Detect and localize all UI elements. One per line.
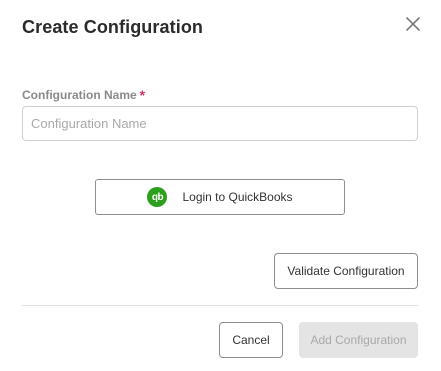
close-icon <box>406 17 420 31</box>
required-marker: * <box>139 87 146 103</box>
quickbooks-logo-icon: qb <box>147 187 168 207</box>
dialog-title: Create Configuration <box>22 17 204 37</box>
close-button[interactable] <box>401 12 425 36</box>
login-quickbooks-button[interactable]: qb Login to QuickBooks <box>95 179 345 215</box>
configuration-name-label-text: Configuration Name <box>22 88 137 102</box>
validate-configuration-button[interactable]: Validate Configuration <box>274 253 418 289</box>
configuration-name-input[interactable] <box>22 106 418 141</box>
login-quickbooks-label: Login to QuickBooks <box>182 190 293 204</box>
footer-divider <box>22 305 418 306</box>
cancel-button[interactable]: Cancel <box>219 322 283 358</box>
add-configuration-button[interactable]: Add Configuration <box>299 322 418 358</box>
configuration-name-label: Configuration Name * <box>22 86 146 103</box>
create-configuration-dialog: Create Configuration Configuration Name *… <box>0 0 441 371</box>
